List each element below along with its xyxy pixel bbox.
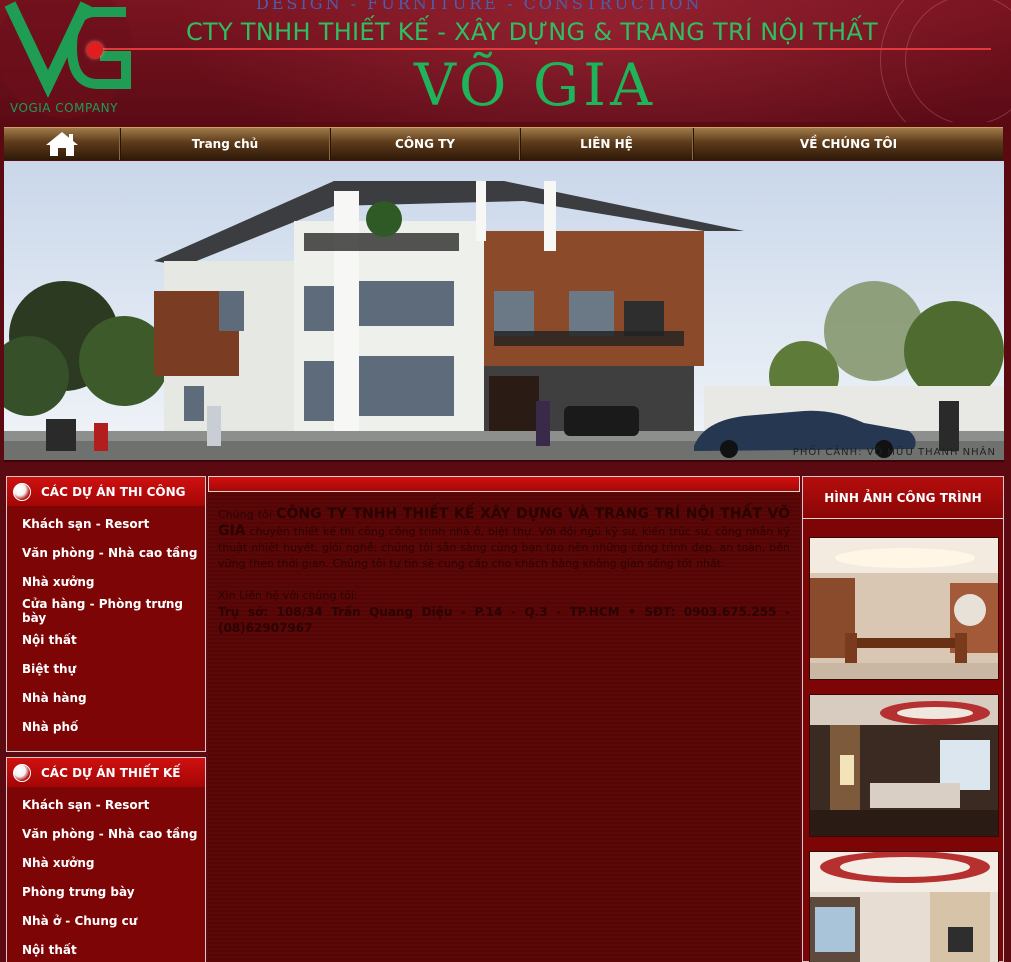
sidebar-title-construction: CÁC DỰ ÁN THI CÔNG: [41, 484, 186, 499]
nav-item-lien-he[interactable]: LIÊN HỆ: [520, 128, 693, 160]
main-header-bar: [208, 476, 800, 492]
sidebar-list-construction: Khách sạn - Resort Văn phòng - Nhà cao t…: [7, 506, 205, 741]
sidebar-item-construction-interior[interactable]: Nội thất: [7, 625, 205, 654]
banner-ring: [905, 0, 1011, 122]
brand-name: VÕ GIA: [414, 51, 656, 119]
sidebar-item-design-hotel-resort[interactable]: Khách sạn - Resort: [7, 790, 205, 819]
sidebar-item-construction-restaurant[interactable]: Nhà hàng: [7, 683, 205, 712]
hero-caption: PHỐI CẢNH: VÕ HỮU THANH NHÂN: [792, 447, 996, 458]
sidebar-item-construction-office[interactable]: Văn phòng - Nhà cao tầng: [7, 538, 205, 567]
gallery-title: HÌNH ẢNH CÔNG TRÌNH: [803, 477, 1003, 519]
main-nav: Trang chủ CÔNG TY LIÊN HỆ VỀ CHÚNG TÔI: [4, 127, 1003, 160]
bullet-icon: [13, 763, 31, 782]
sidebar-item-construction-factory[interactable]: Nhà xưởng: [7, 567, 205, 596]
hero-house-illustration: [4, 161, 1004, 460]
contact-intro: Xin Liên hệ với chúng tôi:: [218, 589, 358, 602]
sidebar-item-design-office[interactable]: Văn phòng - Nhà cao tầng: [7, 819, 205, 848]
nav-item-ve-chung-toi[interactable]: VỀ CHÚNG TÔI: [693, 128, 1003, 160]
company-tag: VOGIA COMPANY: [10, 101, 118, 115]
nav-item-cong-ty[interactable]: CÔNG TY: [330, 128, 520, 160]
bullet-icon: [13, 482, 31, 501]
sidebar-item-construction-townhouse[interactable]: Nhà phố: [7, 712, 205, 741]
sidebar-title-design: CÁC DỰ ÁN THIẾT KẾ: [41, 765, 181, 780]
sidebar-item-construction-hotel-resort[interactable]: Khách sạn - Resort: [7, 509, 205, 538]
banner-subtitle: CTY TNHH THIẾT KẾ - XÂY DỰNG & TRANG TRÍ…: [186, 18, 879, 46]
banner-tagline: DESIGN - FURNITURE - CONSTRUCTION: [256, 0, 703, 13]
contact-address-phone: Trụ sở: 108/34 Trần Quang Diệu - P.14 - …: [218, 605, 790, 635]
intro-paragraph: Chúng tôi CÔNG TY TNHH THIẾT KẾ XÂY DỰNG…: [218, 506, 790, 572]
nav-item-trang-chu[interactable]: Trang chủ: [120, 128, 330, 160]
gallery-image-bedroom[interactable]: [809, 694, 999, 837]
banner-divider: [96, 48, 991, 50]
home-icon: [45, 132, 78, 156]
intro-prefix: Chúng tôi: [218, 508, 277, 521]
sidebar-item-construction-villa[interactable]: Biệt thự: [7, 654, 205, 683]
sidebar-construction-projects: CÁC DỰ ÁN THI CÔNG Khách sạn - Resort Vă…: [6, 476, 206, 752]
banner-dot: [87, 42, 103, 58]
sidebar-header-construction: CÁC DỰ ÁN THI CÔNG: [7, 477, 205, 506]
hero-banner: PHỐI CẢNH: VÕ HỮU THANH NHÂN: [4, 161, 1004, 462]
sidebar-item-design-interior[interactable]: Nội thất: [7, 935, 205, 962]
intro-text: Chúng tôi CÔNG TY TNHH THIẾT KẾ XÂY DỰNG…: [218, 506, 790, 636]
sidebar-item-construction-showroom[interactable]: Cửa hàng - Phòng trưng bày: [7, 596, 205, 625]
site-banner: VOGIA COMPANY DESIGN - FURNITURE - CONST…: [0, 0, 1011, 122]
sidebar-list-design: Khách sạn - Resort Văn phòng - Nhà cao t…: [7, 787, 205, 962]
project-gallery: HÌNH ẢNH CÔNG TRÌNH: [802, 476, 1004, 962]
sidebar-item-design-factory[interactable]: Nhà xưởng: [7, 848, 205, 877]
sidebar-item-design-apartment[interactable]: Nhà ở - Chung cư: [7, 906, 205, 935]
main-content: Chúng tôi CÔNG TY TNHH THIẾT KẾ XÂY DỰNG…: [208, 476, 800, 962]
sidebar-item-design-showroom[interactable]: Phòng trưng bày: [7, 877, 205, 906]
nav-home[interactable]: [4, 128, 120, 160]
sidebar-design-projects: CÁC DỰ ÁN THIẾT KẾ Khách sạn - Resort Vă…: [6, 757, 206, 962]
sidebar-header-design: CÁC DỰ ÁN THIẾT KẾ: [7, 758, 205, 787]
gallery-image-living-room[interactable]: [809, 851, 999, 962]
gallery-image-dining-room[interactable]: [809, 537, 999, 680]
intro-body: chuyên thiết kế thi công công trình nhà …: [218, 525, 790, 570]
